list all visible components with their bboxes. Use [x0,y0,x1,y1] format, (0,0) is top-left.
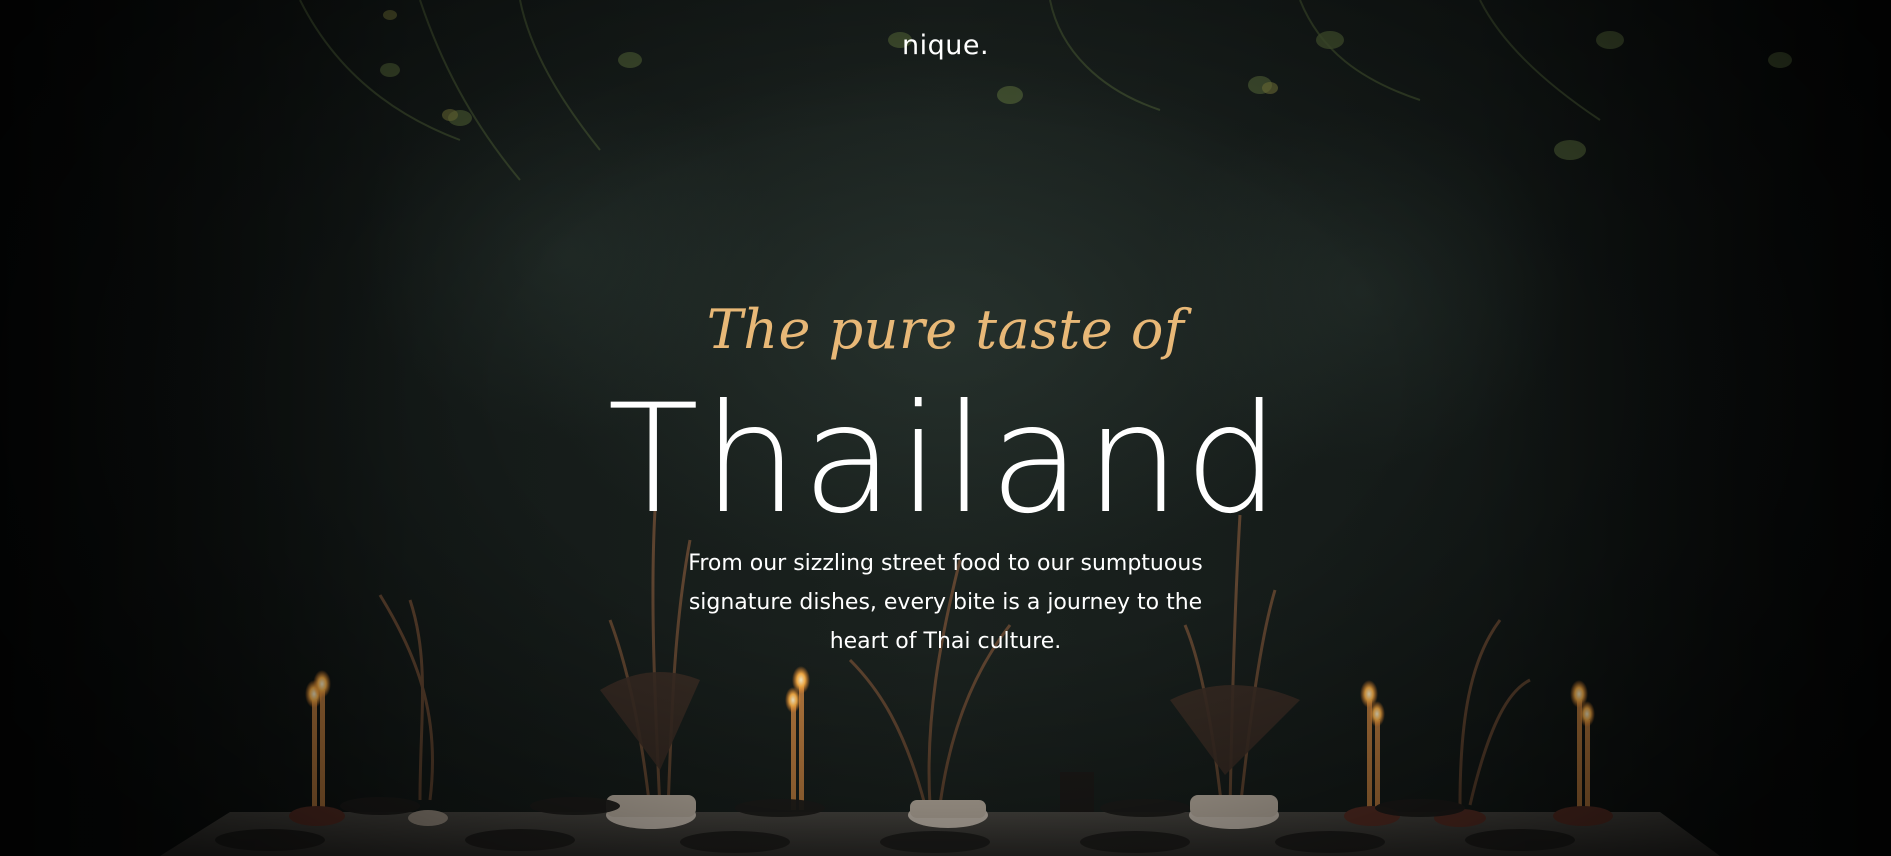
hero-title: Thailand [607,373,1284,547]
hero-section: nique. The pure taste of Thailand From o… [0,0,1891,856]
hero-tagline: The pure taste of [706,298,1185,361]
hero-description: From our sizzling street food to our sum… [688,551,1203,654]
brand-logo[interactable]: nique. [0,30,1891,61]
